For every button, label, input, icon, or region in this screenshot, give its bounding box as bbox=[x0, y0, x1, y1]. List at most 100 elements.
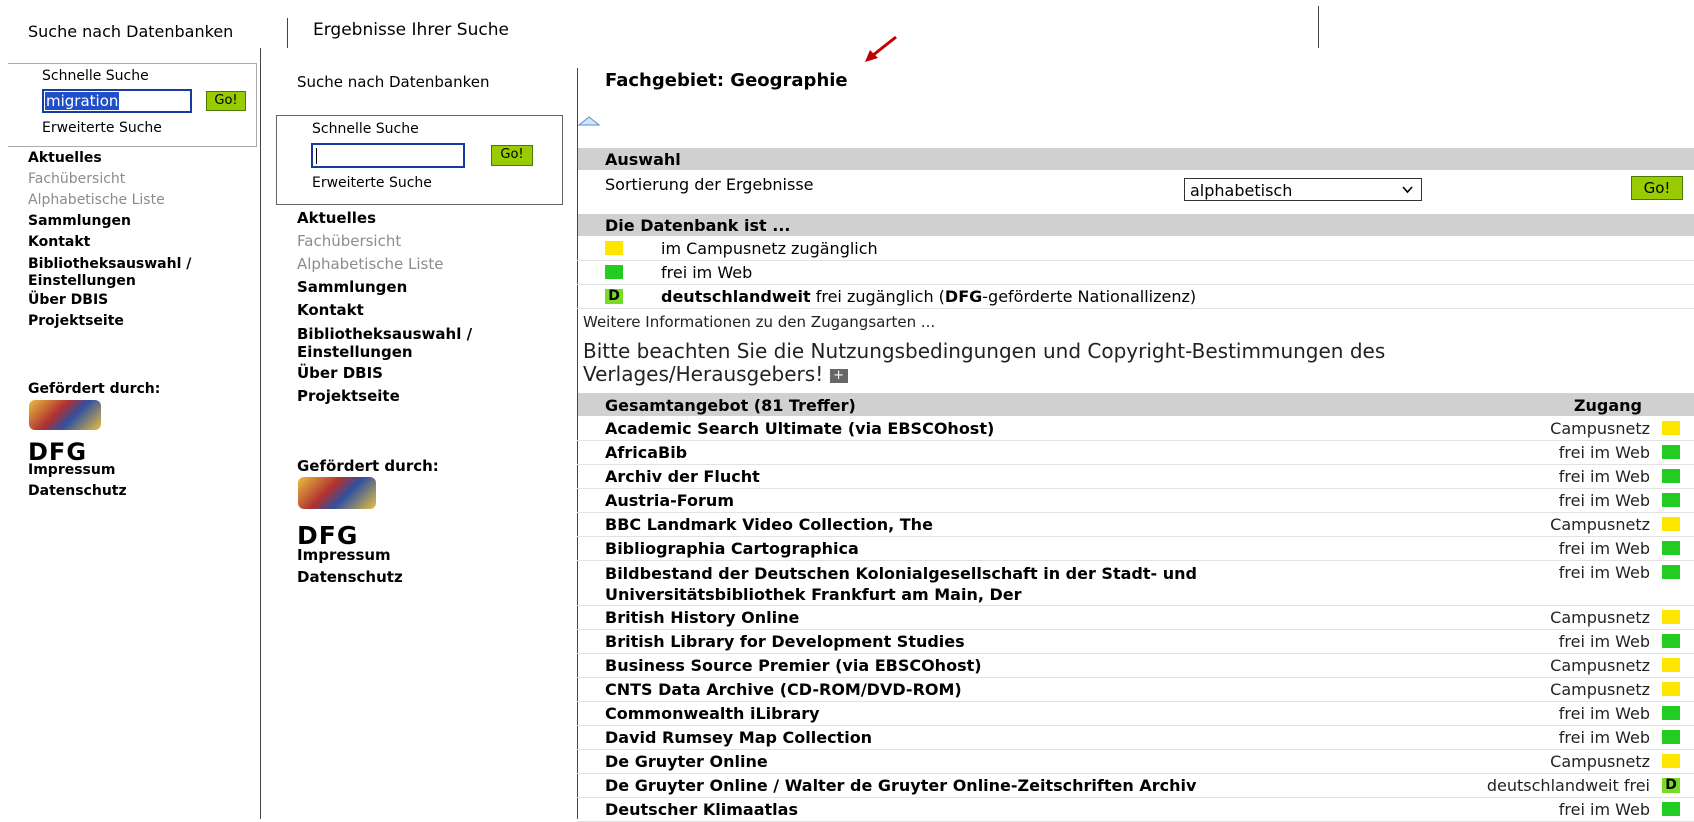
inner-datenschutz-link[interactable]: Datenschutz bbox=[297, 567, 403, 588]
legend-web-label: frei im Web bbox=[661, 263, 753, 282]
legend-de-bold1: deutschlandweit bbox=[661, 287, 811, 306]
yellow-square-icon bbox=[1662, 610, 1680, 624]
result-name-link[interactable]: BBC Landmark Video Collection, The bbox=[605, 515, 933, 534]
inner-nav: Aktuelles Fachübersicht Alphabetische Li… bbox=[297, 207, 472, 408]
more-info-link[interactable]: Weitere Informationen zu den Zugangsarte… bbox=[583, 313, 935, 331]
inner-quick-search-label: Schnelle Suche bbox=[312, 121, 419, 137]
outer-nav-sammlungen[interactable]: Sammlungen bbox=[28, 211, 191, 232]
green-square-icon bbox=[1662, 469, 1680, 483]
inner-advanced-search-link[interactable]: Erweiterte Suche bbox=[312, 175, 432, 191]
result-row: De Gruyter Online / Walter de Gruyter On… bbox=[577, 774, 1694, 798]
result-name-line: AfricaBib bbox=[605, 443, 688, 462]
outer-nav-bibliotheksauswahl[interactable]: Bibliotheksauswahl / bbox=[28, 256, 191, 272]
usage-notice-line1: Bitte beachten Sie die Nutzungsbedingung… bbox=[583, 339, 1386, 363]
d-badge-icon: D bbox=[605, 289, 623, 304]
usage-notice-line2: Verlages/Herausgebers! + bbox=[583, 363, 1385, 386]
legend-de-text2: -geförderte Nationallizenz) bbox=[982, 287, 1197, 306]
result-access: frei im Web bbox=[1558, 563, 1650, 582]
result-name-link[interactable]: Archiv der Flucht bbox=[605, 467, 760, 486]
result-row: British Library for Development Studies f… bbox=[577, 630, 1694, 654]
green-square-icon bbox=[1662, 541, 1680, 555]
result-name-line: Commonwealth iLibrary bbox=[605, 704, 820, 723]
outer-nav: Aktuelles Fachübersicht Alphabetische Li… bbox=[28, 148, 191, 332]
results-header: Gesamtangebot (81 Treffer) bbox=[605, 396, 856, 415]
subject-heading: Fachgebiet: Geographie bbox=[605, 70, 848, 91]
result-name-line: David Rumsey Map Collection bbox=[605, 728, 873, 747]
sort-select[interactable]: alphabetisch bbox=[1184, 178, 1422, 201]
outer-nav-kontakt[interactable]: Kontakt bbox=[28, 232, 191, 253]
result-name-link[interactable]: Business Source Premier (via EBSCOhost) bbox=[605, 656, 982, 675]
outer-search-input[interactable]: migration bbox=[42, 89, 192, 113]
usage-notice-line2-text: Verlages/Herausgebers! bbox=[583, 362, 824, 386]
legend-de-row: D deutschlandweit frei zugänglich (DFG-g… bbox=[577, 285, 1694, 309]
green-square-icon bbox=[605, 265, 623, 279]
result-name-link[interactable]: Bildbestand der Deutschen Kolonialgesell… bbox=[605, 563, 1197, 605]
inner-nav-sammlungen[interactable]: Sammlungen bbox=[297, 276, 472, 299]
inner-nav-einstellungen[interactable]: Einstellungen bbox=[297, 343, 472, 362]
outer-go-button[interactable]: Go! bbox=[206, 91, 246, 111]
outer-nav-fachuebersicht[interactable]: Fachübersicht bbox=[28, 169, 191, 190]
result-name-link[interactable]: Bibliographia Cartographica bbox=[605, 539, 859, 558]
result-name-link[interactable]: British History Online bbox=[605, 608, 799, 627]
sort-go-button[interactable]: Go! bbox=[1631, 176, 1683, 200]
inner-nav-bibliotheksauswahl[interactable]: Bibliotheksauswahl / bbox=[297, 325, 472, 343]
green-square-icon bbox=[1662, 634, 1680, 648]
result-access: Campusnetz bbox=[1550, 515, 1650, 534]
result-name-line: Academic Search Ultimate (via EBSCOhost) bbox=[605, 419, 995, 438]
result-name-line: Bildbestand der Deutschen Kolonialgesell… bbox=[605, 564, 1197, 583]
outer-datenschutz-link[interactable]: Datenschutz bbox=[28, 481, 127, 502]
inner-nav-fachuebersicht[interactable]: Fachübersicht bbox=[297, 230, 472, 253]
legend-campus-label: im Campusnetz zugänglich bbox=[661, 239, 878, 258]
outer-nav-einstellungen[interactable]: Einstellungen bbox=[28, 272, 191, 290]
green-square-icon bbox=[1662, 493, 1680, 507]
outer-nav-alphabetische-liste[interactable]: Alphabetische Liste bbox=[28, 190, 191, 211]
outer-impressum-link[interactable]: Impressum bbox=[28, 460, 115, 481]
inner-nav-alphabetische-liste[interactable]: Alphabetische Liste bbox=[297, 253, 472, 276]
result-name-line2: Universitätsbibliothek Frankfurt am Main… bbox=[605, 585, 1022, 604]
collapse-triangle-icon[interactable] bbox=[578, 115, 600, 127]
inner-nav-kontakt[interactable]: Kontakt bbox=[297, 299, 472, 322]
outer-nav-ueber-dbis[interactable]: Über DBIS bbox=[28, 290, 191, 311]
result-access: frei im Web bbox=[1558, 443, 1650, 462]
result-name-line: De Gruyter Online / Walter de Gruyter On… bbox=[605, 776, 1197, 795]
result-name-link[interactable]: AfricaBib bbox=[605, 443, 687, 462]
inner-nav-projektseite[interactable]: Projektseite bbox=[297, 385, 472, 408]
result-name-link[interactable]: Commonwealth iLibrary bbox=[605, 704, 820, 723]
outer-advanced-search-link[interactable]: Erweiterte Suche bbox=[42, 120, 162, 136]
result-name-link[interactable]: Academic Search Ultimate (via EBSCOhost) bbox=[605, 419, 994, 438]
result-access: Campusnetz bbox=[1550, 752, 1650, 771]
results-page-title: Ergebnisse Ihrer Suche bbox=[313, 20, 509, 40]
inner-search-input[interactable] bbox=[311, 143, 465, 168]
result-row: Austria-Forum frei im Web bbox=[577, 489, 1694, 513]
result-name-link[interactable]: De Gruyter Online / Walter de Gruyter On… bbox=[605, 776, 1196, 795]
expand-plus-icon[interactable]: + bbox=[829, 368, 848, 383]
result-name-link[interactable]: Austria-Forum bbox=[605, 491, 734, 510]
result-name-line: Bibliographia Cartographica bbox=[605, 539, 859, 558]
result-name-line: Archiv der Flucht bbox=[605, 467, 760, 486]
result-name-line: BBC Landmark Video Collection, The bbox=[605, 515, 933, 534]
inner-go-button[interactable]: Go! bbox=[491, 145, 533, 166]
result-row: Bildbestand der Deutschen Kolonialgesell… bbox=[577, 561, 1694, 606]
inner-impressum-link[interactable]: Impressum bbox=[297, 545, 391, 566]
result-row: BBC Landmark Video Collection, The Campus… bbox=[577, 513, 1694, 537]
result-name-link[interactable]: CNTS Data Archive (CD-ROM/DVD-ROM) bbox=[605, 680, 962, 699]
result-access: frei im Web bbox=[1558, 467, 1650, 486]
inner-nav-ueber-dbis[interactable]: Über DBIS bbox=[297, 362, 472, 385]
db-header: Die Datenbank ist ... bbox=[605, 216, 791, 235]
result-access: frei im Web bbox=[1558, 704, 1650, 723]
outer-search-value: migration bbox=[45, 92, 120, 110]
inner-search-panel: Schnelle Suche Go! Erweiterte Suche bbox=[276, 115, 563, 205]
result-row: Archiv der Flucht frei im Web bbox=[577, 465, 1694, 489]
result-name-link[interactable]: British Library for Development Studies bbox=[605, 632, 965, 651]
outer-nav-aktuelles[interactable]: Aktuelles bbox=[28, 148, 191, 169]
result-name-link[interactable]: David Rumsey Map Collection bbox=[605, 728, 872, 747]
inner-bavaria-crest-icon bbox=[298, 477, 376, 509]
inner-nav-aktuelles[interactable]: Aktuelles bbox=[297, 207, 472, 230]
db-header-bar: Die Datenbank ist ... bbox=[578, 214, 1694, 236]
outer-nav-projektseite[interactable]: Projektseite bbox=[28, 311, 191, 332]
sort-label: Sortierung der Ergebnisse bbox=[605, 175, 814, 194]
result-access: frei im Web bbox=[1558, 539, 1650, 558]
result-name-link[interactable]: Deutscher Klimaatlas bbox=[605, 800, 798, 819]
result-name-link[interactable]: De Gruyter Online bbox=[605, 752, 768, 771]
result-access: Campusnetz bbox=[1550, 608, 1650, 627]
